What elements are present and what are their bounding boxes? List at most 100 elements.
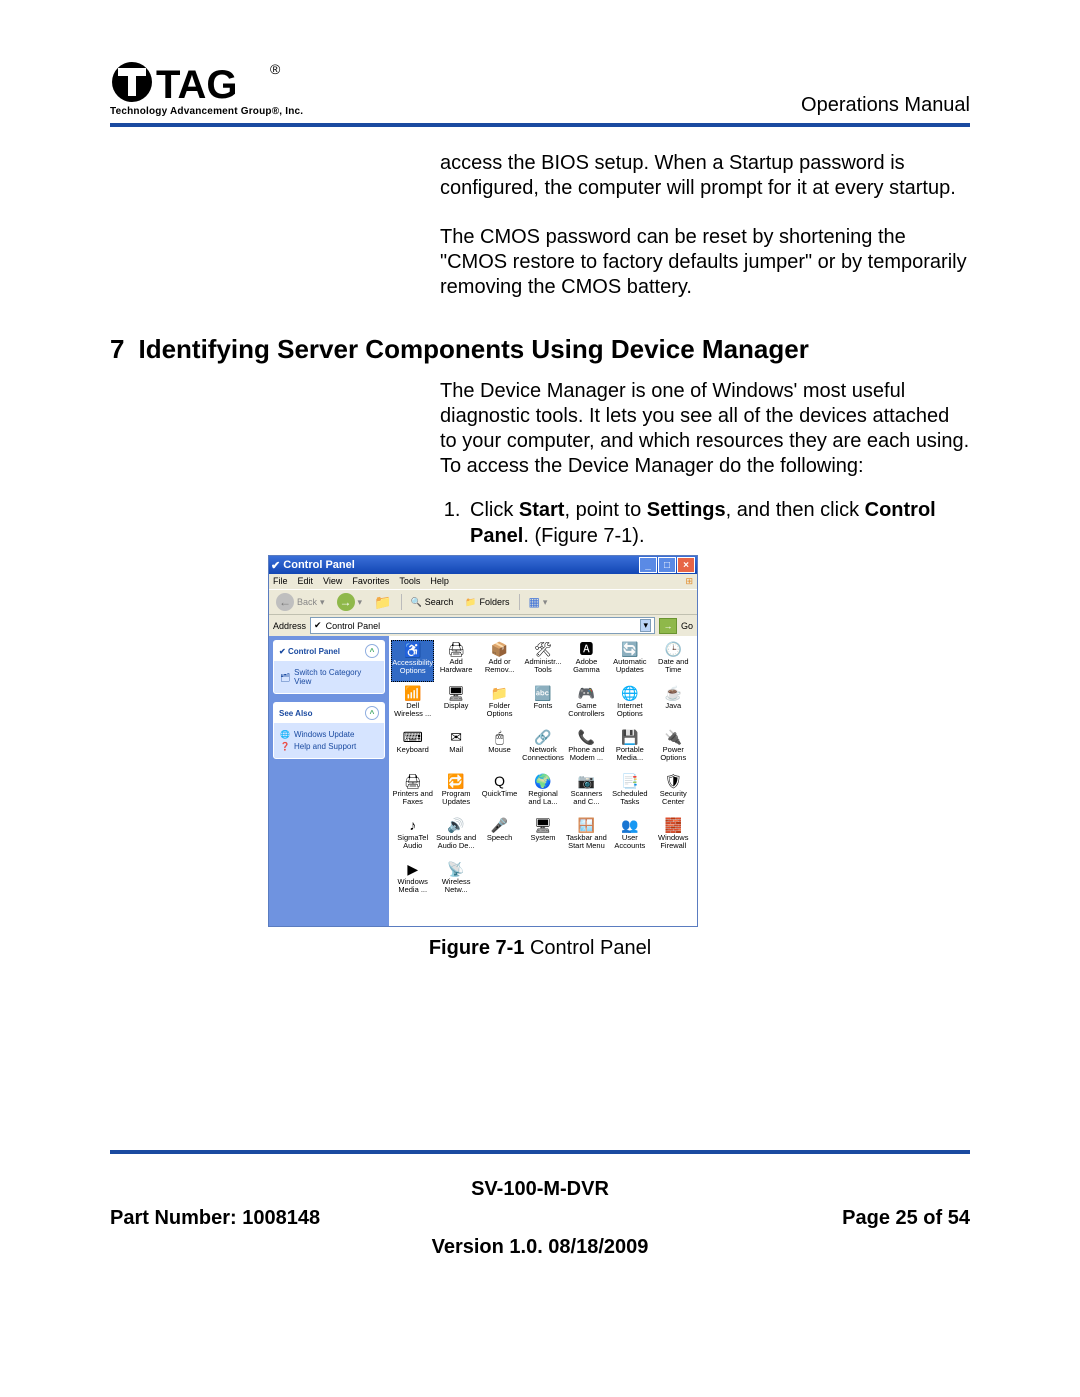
cp-item[interactable]: 📦Add or Remov... <box>478 640 521 682</box>
menu-tools[interactable]: Tools <box>399 576 420 587</box>
cp-item-icon: 🔌 <box>664 729 682 745</box>
close-button[interactable]: × <box>677 557 695 573</box>
cp-item[interactable]: ✉Mail <box>434 728 477 770</box>
cp-item-label: System <box>530 834 555 842</box>
cp-item[interactable]: 🪟Taskbar and Start Menu <box>565 816 608 858</box>
section-title: Identifying Server Components Using Devi… <box>138 334 808 364</box>
cp-item[interactable]: 📁Folder Options <box>478 684 521 726</box>
cp-item-label: Internet Options <box>608 702 651 718</box>
cp-item[interactable]: 👥User Accounts <box>608 816 651 858</box>
help-support-link[interactable]: ❓Help and Support <box>280 742 378 751</box>
cp-item-icon: 🖨 <box>404 773 422 789</box>
cp-item-icon: 📦 <box>491 641 509 657</box>
views-button[interactable]: ▦ ▾ <box>526 594 551 610</box>
cp-item[interactable]: 📞Phone and Modem ... <box>565 728 608 770</box>
cp-item[interactable]: 📷Scanners and C... <box>565 772 608 814</box>
cp-item[interactable]: ♪SigmaTel Audio <box>391 816 434 858</box>
cp-item-label: Taskbar and Start Menu <box>565 834 608 850</box>
menu-view[interactable]: View <box>323 576 342 587</box>
cp-item[interactable]: 📑Scheduled Tasks <box>608 772 651 814</box>
menu-file[interactable]: File <box>273 576 288 587</box>
side-panel-seealso-header[interactable]: See Also ^ <box>274 703 384 723</box>
cp-item-icon: 👥 <box>621 817 639 833</box>
menu-favorites[interactable]: Favorites <box>352 576 389 587</box>
footer-page: Page 25 of 54 <box>842 1207 970 1230</box>
cp-item-icon: 💾 <box>621 729 639 745</box>
cp-item[interactable]: 🖥Display <box>434 684 477 726</box>
cp-item-label: Program Updates <box>434 790 477 806</box>
switch-category-link[interactable]: 🗂Switch to Category View <box>280 668 378 686</box>
cp-item[interactable]: 🔄Automatic Updates <box>608 640 651 682</box>
menu-bar[interactable]: File Edit View Favorites Tools Help ⊞ <box>269 574 697 589</box>
cp-item[interactable]: 📡Wireless Netw... <box>434 860 477 902</box>
cp-item-label: Regional and La... <box>521 790 564 806</box>
cp-item[interactable]: 📶Dell Wireless ... <box>391 684 434 726</box>
cp-item-icon: 🔗 <box>534 729 552 745</box>
cp-item[interactable]: 🖨Printers and Faxes <box>391 772 434 814</box>
views-icon: ▦ <box>529 595 540 609</box>
cp-item-label: Security Center <box>652 790 695 806</box>
collapse-icon[interactable]: ^ <box>365 644 379 658</box>
cp-item[interactable]: 🎮Game Controllers <box>565 684 608 726</box>
window-titlebar[interactable]: ✔ Control Panel _ □ × <box>269 556 697 574</box>
menu-edit[interactable]: Edit <box>298 576 314 587</box>
cp-item[interactable]: 🕒Date and Time <box>652 640 695 682</box>
steps-list: Click Start, point to Settings, and then… <box>440 497 970 549</box>
cp-item-label: Windows Firewall <box>652 834 695 850</box>
cp-item[interactable]: ⌨Keyboard <box>391 728 434 770</box>
cp-item[interactable]: 🔤Fonts <box>521 684 564 726</box>
back-button[interactable]: ← Back ▾ <box>273 592 328 612</box>
section-number: 7 <box>110 334 124 364</box>
svg-text:TAG: TAG <box>156 63 237 107</box>
page-header: TAG ® Technology Advancement Group®, Inc… <box>110 60 970 127</box>
cp-item[interactable]: 🎤Speech <box>478 816 521 858</box>
minimize-button[interactable]: _ <box>639 557 657 573</box>
search-button[interactable]: 🔍 Search <box>408 596 457 609</box>
footer-model: SV-100-M-DVR <box>110 1178 970 1201</box>
cp-item[interactable]: 🔊Sounds and Audio De... <box>434 816 477 858</box>
cp-item[interactable]: 🌐Internet Options <box>608 684 651 726</box>
menu-help[interactable]: Help <box>430 576 449 587</box>
cp-item-icon: 🛠 <box>534 641 552 657</box>
cp-item[interactable]: ☕Java <box>652 684 695 726</box>
address-dropdown-icon[interactable]: ▾ <box>640 619 651 632</box>
manual-title: Operations Manual <box>801 94 970 117</box>
windows-update-link[interactable]: 🌐Windows Update <box>280 730 378 739</box>
page-footer: SV-100-M-DVR Part Number: 1008148 Page 2… <box>110 1178 970 1259</box>
cp-item[interactable]: 🔗Network Connections <box>521 728 564 770</box>
cp-item-label: Speech <box>487 834 512 842</box>
cp-item[interactable]: 🅰Adobe Gamma <box>565 640 608 682</box>
folders-button[interactable]: 📁 Folders <box>462 596 512 609</box>
cp-item-label: Scanners and C... <box>565 790 608 806</box>
cp-item[interactable]: 🖱Mouse <box>478 728 521 770</box>
cp-item[interactable]: 🖨Add Hardware <box>434 640 477 682</box>
cp-item[interactable]: QQuickTime <box>478 772 521 814</box>
side-panel-control-header[interactable]: ✔ Control Panel ^ <box>274 641 384 661</box>
cp-item[interactable]: ♿Accessibility Options <box>391 640 434 682</box>
cp-item-icon: 🛡 <box>664 773 682 789</box>
cp-item[interactable]: 🌍Regional and La... <box>521 772 564 814</box>
toolbar: ← Back ▾ → ▾ 📁 🔍 Search 📁 Folders ▦ ▾ <box>269 589 697 615</box>
forward-button[interactable]: → ▾ <box>334 592 366 612</box>
go-button[interactable]: → <box>659 618 677 634</box>
cp-item-label: SigmaTel Audio <box>391 834 434 850</box>
cp-item[interactable]: 💾Portable Media... <box>608 728 651 770</box>
cp-item[interactable]: 🔁Program Updates <box>434 772 477 814</box>
up-button[interactable]: 📁 <box>371 593 394 612</box>
side-panel-seealso: See Also ^ 🌐Windows Update ❓Help and Sup… <box>273 702 385 759</box>
cp-item[interactable]: ▶Windows Media ... <box>391 860 434 902</box>
cp-item[interactable]: 🛠Administr... Tools <box>521 640 564 682</box>
cp-item-label: Java <box>665 702 681 710</box>
cp-item[interactable]: 🔌Power Options <box>652 728 695 770</box>
cp-item-icon: 📁 <box>491 685 509 701</box>
collapse-icon[interactable]: ^ <box>365 706 379 720</box>
cp-item-label: Windows Media ... <box>391 878 434 894</box>
back-icon: ← <box>276 593 294 611</box>
cp-item[interactable]: 🖥System <box>521 816 564 858</box>
cp-item[interactable]: 🛡Security Center <box>652 772 695 814</box>
cp-item-label: Folder Options <box>478 702 521 718</box>
maximize-button[interactable]: □ <box>658 557 676 573</box>
address-field[interactable]: ✔ Control Panel ▾ <box>310 617 655 634</box>
cp-item-icon: ⌨ <box>404 729 422 745</box>
cp-item[interactable]: 🧱Windows Firewall <box>652 816 695 858</box>
